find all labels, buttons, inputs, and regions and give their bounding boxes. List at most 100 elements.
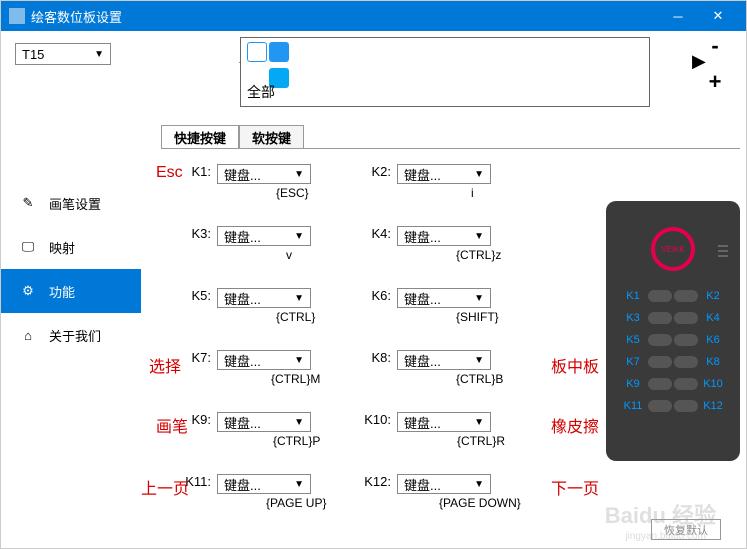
nav-label: 映射: [49, 238, 75, 257]
device-menu-icon: [718, 245, 728, 257]
device-select[interactable]: T15 ▼: [15, 43, 111, 65]
key-value: {CTRL}: [276, 310, 315, 324]
key-value: {CTRL}z: [456, 248, 501, 262]
nav-pen-settings[interactable]: ✎ 画笔设置: [1, 181, 141, 225]
key-dropdown-k12[interactable]: 键盘...▼: [397, 474, 491, 494]
annotation-esc: Esc: [156, 164, 183, 182]
device-key-button: [648, 400, 672, 412]
device-key-label: K6: [700, 334, 726, 346]
app-icon-1[interactable]: [247, 42, 267, 62]
key-dropdown-k2[interactable]: 键盘...▼: [397, 164, 491, 184]
nav-function[interactable]: ⚙ 功能: [1, 269, 141, 313]
device-select-value: T15: [22, 47, 44, 62]
device-key-button: [648, 356, 672, 368]
close-button[interactable]: ✕: [698, 1, 738, 31]
device-key-button: [674, 378, 698, 390]
tab-underline: [161, 148, 740, 149]
nav-label: 功能: [49, 282, 75, 301]
zoom-out-button[interactable]: -: [706, 39, 724, 57]
key-dropdown-k7[interactable]: 键盘...▼: [217, 350, 311, 370]
key-label: K4:: [361, 226, 397, 241]
annotation-prev: 上一页: [141, 475, 189, 499]
key-value: {CTRL}M: [271, 372, 320, 386]
sidebar: ✎ 画笔设置 🖵 映射 ⚙ 功能 ⌂ 关于我们: [1, 121, 141, 357]
key-label: K10:: [361, 412, 397, 427]
nav-mapping[interactable]: 🖵 映射: [1, 225, 141, 269]
tab-soft-keys[interactable]: 软按键: [239, 125, 304, 149]
device-key-button: [674, 400, 698, 412]
key-dropdown-k8[interactable]: 键盘...▼: [397, 350, 491, 370]
key-value: {PAGE DOWN}: [439, 496, 521, 510]
device-key-button: [674, 356, 698, 368]
home-icon: ⌂: [19, 326, 37, 344]
key-value: {CTRL}P: [273, 434, 320, 448]
key-label: K5:: [181, 288, 217, 303]
nav-label: 关于我们: [49, 326, 101, 345]
device-key-label: K4: [700, 312, 726, 324]
gear-icon: ⚙: [19, 282, 37, 300]
key-label: K1:: [181, 164, 217, 179]
device-key-button: [674, 312, 698, 324]
key-value: v: [286, 248, 292, 262]
annotation-next: 下一页: [551, 475, 599, 499]
app-next-button[interactable]: ▶: [692, 51, 706, 71]
key-dropdown-k10[interactable]: 键盘...▼: [397, 412, 491, 432]
key-dropdown-k11[interactable]: 键盘...▼: [217, 474, 311, 494]
key-value: {SHIFT}: [456, 310, 499, 324]
key-dropdown-k4[interactable]: 键盘...▼: [397, 226, 491, 246]
minimize-button[interactable]: ─: [658, 1, 698, 31]
reset-default-button[interactable]: 恢复默认: [651, 519, 721, 540]
key-label: K3:: [181, 226, 217, 241]
device-key-label: K2: [700, 290, 726, 302]
app-icon: [9, 8, 25, 24]
device-key-button: [648, 312, 672, 324]
key-label: K6:: [361, 288, 397, 303]
app-icon-2[interactable]: [269, 42, 289, 62]
key-dropdown-k9[interactable]: 键盘...▼: [217, 412, 311, 432]
device-key-label: K3: [620, 312, 646, 324]
nav-about[interactable]: ⌂ 关于我们: [1, 313, 141, 357]
annotation-pen: 画笔: [156, 413, 188, 437]
device-key-label: K7: [620, 356, 646, 368]
device-key-label: K9: [620, 378, 646, 390]
device-key-label: K10: [700, 378, 726, 390]
key-value: {CTRL}R: [457, 434, 505, 448]
device-preview: VEIKK K1 K2 K3 K4 K5 K6 K7 K8 K9 K10 K11 K12: [606, 201, 740, 461]
nav-label: 画笔设置: [49, 194, 101, 213]
application-selector: 全部: [240, 37, 650, 107]
device-key-button: [648, 378, 672, 390]
key-dropdown-k1[interactable]: 键盘...▼: [217, 164, 311, 184]
key-dropdown-k5[interactable]: 键盘...▼: [217, 288, 311, 308]
key-label: K2:: [361, 164, 397, 179]
annotation-board: 板中板: [551, 353, 599, 377]
device-key-label: K11: [620, 400, 646, 412]
device-logo: VEIKK: [651, 227, 695, 271]
pen-icon: ✎: [19, 194, 37, 212]
annotation-eraser: 橡皮擦: [551, 413, 599, 437]
key-label: K12:: [361, 474, 397, 489]
app-label: 全部: [247, 82, 275, 102]
device-key-button: [674, 334, 698, 346]
annotation-select: 选择: [149, 353, 181, 377]
tab-shortcut-keys[interactable]: 快捷按键: [161, 125, 239, 149]
key-label: K7:: [181, 350, 217, 365]
device-key-button: [648, 290, 672, 302]
device-key-label: K5: [620, 334, 646, 346]
zoom-in-button[interactable]: +: [706, 75, 724, 93]
key-value: {PAGE UP}: [266, 496, 326, 510]
monitor-icon: 🖵: [19, 238, 37, 256]
key-value: i: [471, 186, 474, 200]
key-label: K8:: [361, 350, 397, 365]
key-value: {CTRL}B: [456, 372, 503, 386]
key-grid: K1: 键盘...▼ K2: 键盘...▼ {ESC} i K3: 键盘...▼…: [161, 156, 591, 528]
device-key-label: K12: [700, 400, 726, 412]
device-key-label: K1: [620, 290, 646, 302]
window-title: 绘客数位板设置: [31, 7, 658, 26]
key-value: {ESC}: [276, 186, 309, 200]
device-key-button: [648, 334, 672, 346]
device-key-button: [674, 290, 698, 302]
device-key-label: K8: [700, 356, 726, 368]
key-dropdown-k3[interactable]: 键盘...▼: [217, 226, 311, 246]
chevron-down-icon: ▼: [94, 49, 104, 60]
key-dropdown-k6[interactable]: 键盘...▼: [397, 288, 491, 308]
